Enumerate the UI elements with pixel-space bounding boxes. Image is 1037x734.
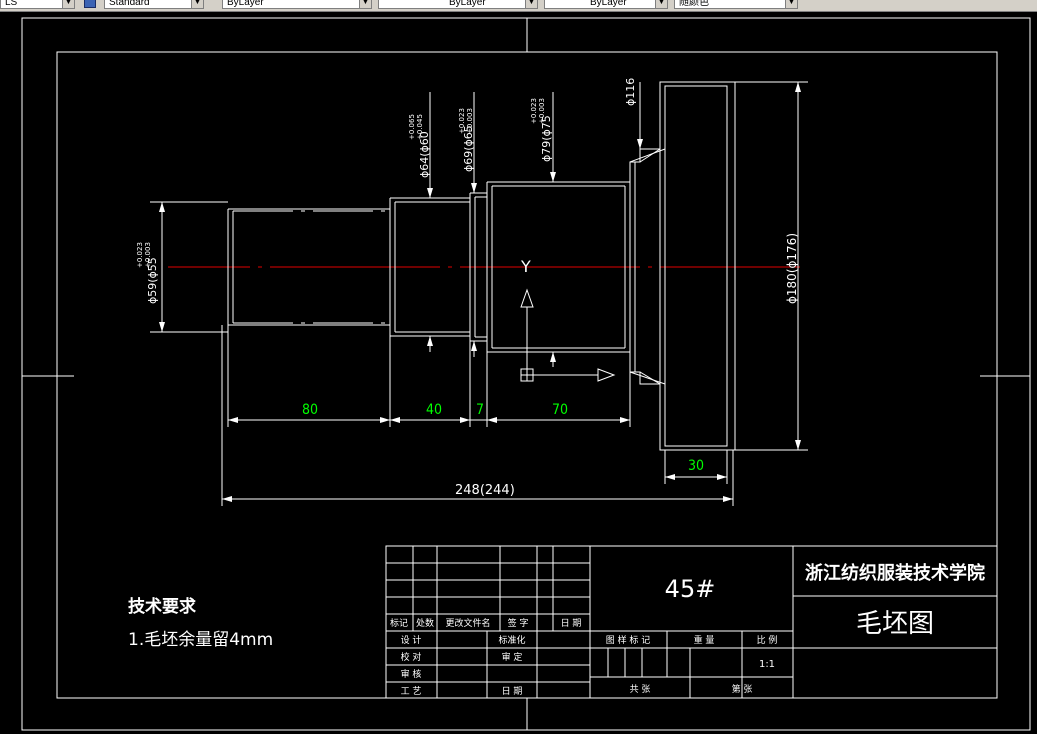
- dim-style-icon[interactable]: [84, 0, 96, 8]
- drawing-name: 毛坯图: [856, 609, 934, 639]
- row-design: 设 计: [401, 634, 422, 646]
- lineweight-combo[interactable]: ByLayer ▼: [544, 0, 668, 9]
- dim-7: 7: [476, 402, 484, 418]
- dim-dia79-tol-up: +0.023: [530, 98, 538, 124]
- dim-dia180: ϕ180(ϕ176): [785, 233, 799, 304]
- text-style-combo[interactable]: LS ▼: [0, 0, 75, 9]
- info-header-mark: 图 样 标 记: [606, 634, 651, 646]
- sheet-number: 第 张: [732, 683, 753, 695]
- row-standard: 标准化: [498, 634, 525, 646]
- dim-style-value: Standard: [109, 0, 150, 8]
- ucs-icon: [520, 288, 616, 382]
- dim-30: 30: [688, 458, 704, 474]
- rev-header-date: 日 期: [561, 618, 582, 629]
- dim-dia59-tol-up: +0.023: [136, 242, 144, 268]
- chevron-down-icon[interactable]: ▼: [62, 0, 74, 8]
- linetype-combo[interactable]: ByLayer ▼: [378, 0, 538, 9]
- chevron-down-icon[interactable]: ▼: [655, 0, 667, 8]
- info-header-weight: 重 量: [694, 634, 715, 646]
- notes-heading: 技术要求: [128, 596, 196, 617]
- ucs-y-label: Y: [520, 257, 531, 276]
- row-review: 审 核: [401, 668, 422, 680]
- dimension-lines: [150, 81, 808, 506]
- rev-header-count: 处数: [416, 617, 434, 629]
- drawing-canvas[interactable]: Y 80 40 7 70 30 248(244) ϕ59(ϕ55 +0.023 …: [0, 12, 1037, 734]
- chevron-down-icon[interactable]: ▼: [359, 0, 371, 8]
- layer-combo[interactable]: ByLayer ▼: [222, 0, 372, 9]
- chevron-down-icon[interactable]: ▼: [191, 0, 203, 8]
- dim-dia69-tol-up: +0.023: [458, 108, 466, 134]
- dim-dia116: ϕ116: [624, 78, 637, 106]
- rev-header-mark: 标记: [390, 617, 408, 629]
- dim-style-combo[interactable]: Standard ▼: [104, 0, 204, 9]
- rev-header-file: 更改文件名: [445, 617, 490, 629]
- arrowheads: [159, 82, 801, 502]
- notes-line1: 1.毛坯余量留4mm: [128, 630, 273, 650]
- dim-dia59-tol-low: +0.003: [144, 242, 152, 268]
- dim-40: 40: [426, 402, 442, 418]
- chevron-down-icon[interactable]: ▼: [525, 0, 537, 8]
- cad-toolbar: LS ▼ Standard ▼ ByLayer ▼ ByLayer ▼ ByLayer ▼…: [0, 0, 1037, 12]
- dim-overall: 248(244): [455, 483, 515, 498]
- cad-drawing: Y 80 40 7 70 30 248(244) ϕ59(ϕ55 +0.023 …: [21, 17, 1031, 731]
- row-process: 工 艺: [401, 686, 422, 697]
- school-name: 浙江纺织服装技术学院: [805, 562, 985, 584]
- dim-dia79-tol-low: +0.003: [538, 98, 546, 124]
- text-style-value: LS: [5, 0, 18, 8]
- plotstyle-combo[interactable]: 随颜色 ▼: [674, 0, 798, 9]
- dim-dia64-tol-low: +0.045: [416, 114, 424, 140]
- layer-value: ByLayer: [227, 0, 264, 8]
- sheet-total: 共 张: [630, 684, 651, 695]
- scale-value: 1:1: [759, 659, 775, 670]
- dim-dia69-tol-low: +0.003: [466, 108, 474, 134]
- row-date: 日 期: [502, 686, 523, 697]
- rev-header-sign: 签 字: [508, 617, 529, 629]
- lineweight-value: ByLayer: [590, 0, 627, 8]
- plotstyle-value: 随颜色: [679, 0, 709, 8]
- dim-70: 70: [552, 402, 568, 418]
- dim-80: 80: [302, 402, 318, 418]
- shaft-outline: [227, 81, 736, 451]
- dim-dia64-tol-up: +0.065: [408, 114, 416, 140]
- row-check: 校 对: [401, 651, 422, 663]
- row-approve: 审 定: [502, 651, 523, 663]
- chevron-down-icon[interactable]: ▼: [785, 0, 797, 8]
- info-header-scale: 比 例: [757, 634, 778, 646]
- dimension-texts: 80 40 7 70 30 248(244) ϕ59(ϕ55 +0.023 +0…: [136, 78, 799, 498]
- material-label: 45#: [665, 575, 716, 603]
- linetype-value: ByLayer: [449, 0, 486, 8]
